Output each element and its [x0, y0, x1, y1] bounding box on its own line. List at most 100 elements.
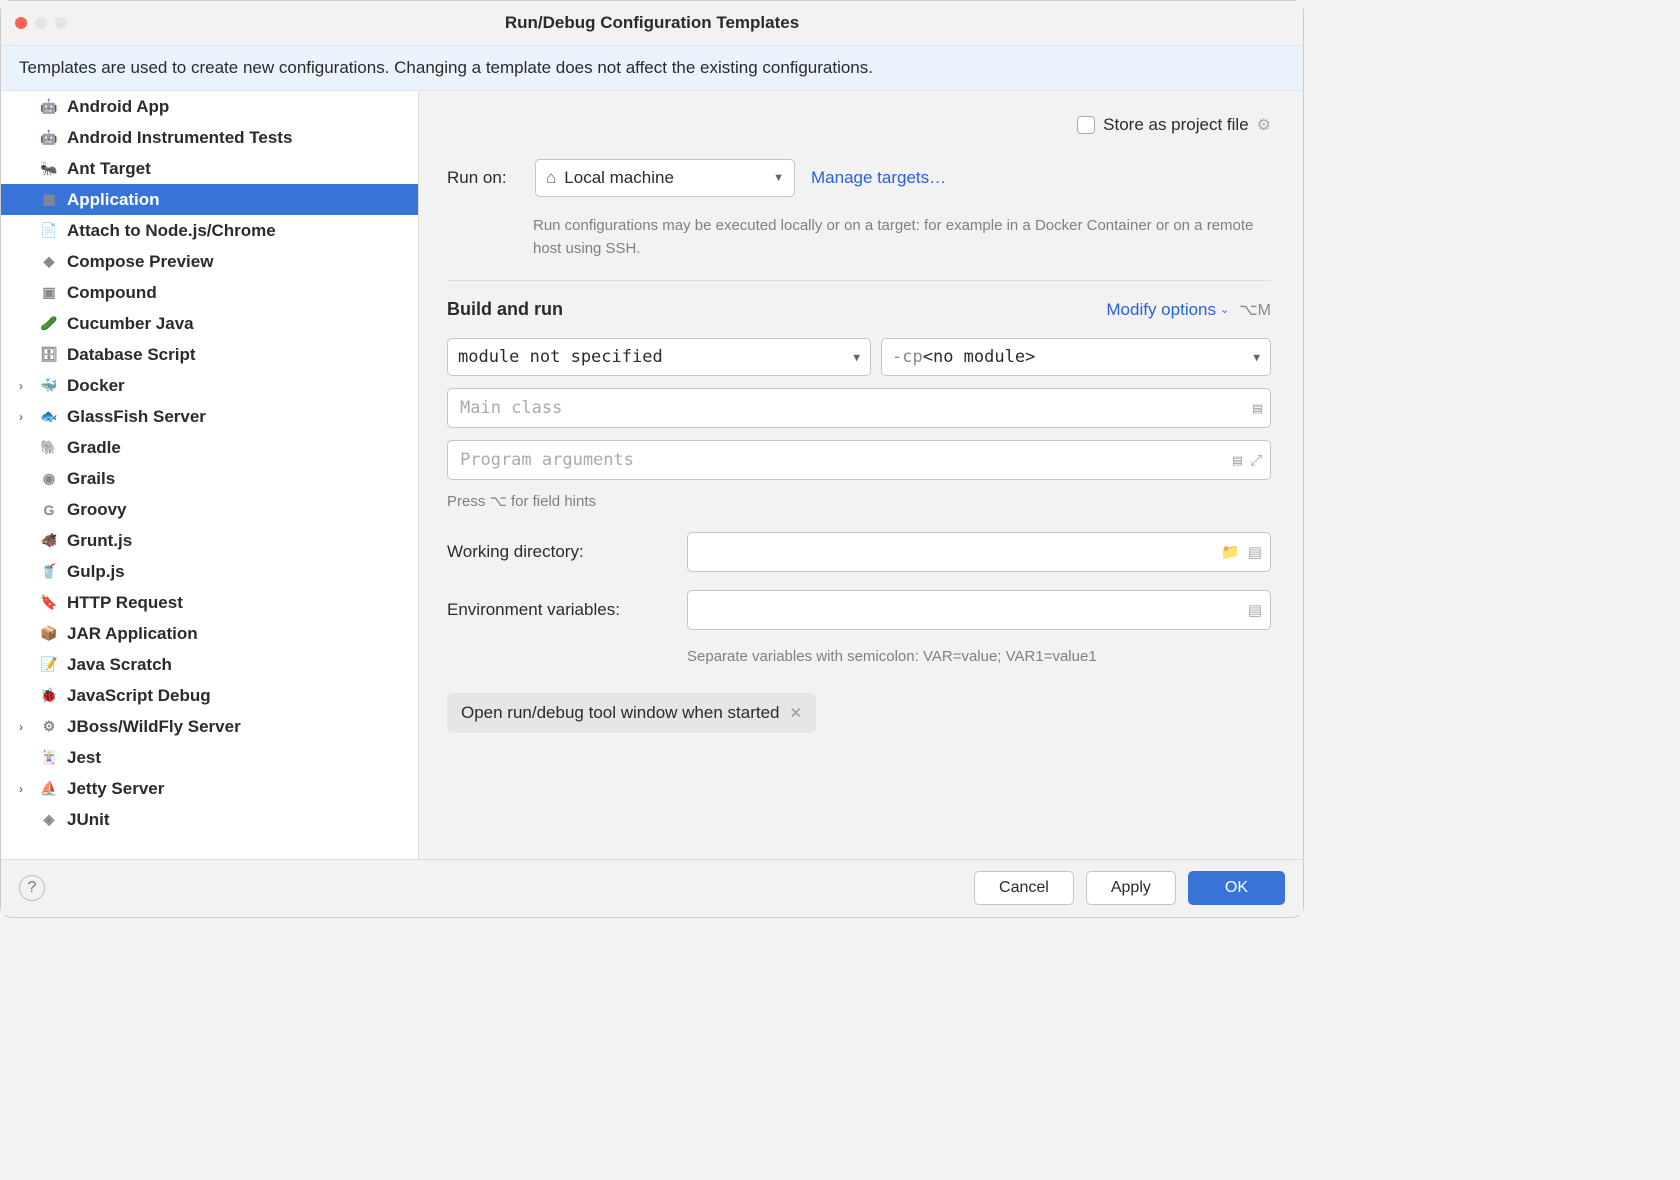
- sidebar-item-label: Application: [67, 190, 160, 210]
- env-vars-label: Environment variables:: [447, 600, 667, 620]
- help-button[interactable]: ?: [19, 875, 45, 901]
- close-window-button[interactable]: [15, 17, 27, 29]
- sidebar-item-label: Grails: [67, 469, 115, 489]
- apply-button[interactable]: Apply: [1086, 871, 1176, 905]
- info-banner: Templates are used to create new configu…: [1, 45, 1303, 91]
- store-project-file-label: Store as project file: [1103, 115, 1249, 135]
- program-args-placeholder: Program arguments: [460, 450, 634, 470]
- zoom-window-button[interactable]: [55, 17, 67, 29]
- window-controls: [15, 17, 67, 29]
- sidebar-item-label: Java Scratch: [67, 655, 172, 675]
- field-hint: Press ⌥ for field hints: [447, 492, 1271, 510]
- sidebar-item-glassfish-server[interactable]: ›🐟GlassFish Server: [1, 401, 418, 432]
- program-args-row: Program arguments ▤ ⤢: [447, 440, 1271, 480]
- sidebar-item-jest[interactable]: 🃏Jest: [1, 742, 418, 773]
- chevron-right-icon[interactable]: ›: [19, 379, 29, 393]
- sidebar-item-label: Gradle: [67, 438, 121, 458]
- sidebar-item-application[interactable]: ▦Application: [1, 184, 418, 215]
- config-type-icon: 📦: [39, 624, 59, 644]
- run-on-dropdown[interactable]: ⌂ Local machine ▼: [535, 159, 795, 197]
- config-type-icon: ◈: [39, 810, 59, 830]
- cp-prefix: -cp: [892, 347, 923, 367]
- working-dir-row: Working directory: 📁 ▤: [447, 532, 1271, 572]
- sidebar-item-android-instrumented-tests[interactable]: 🤖Android Instrumented Tests: [1, 122, 418, 153]
- sidebar-item-jar-application[interactable]: 📦 JAR Application: [1, 618, 418, 649]
- sidebar-item-jetty-server[interactable]: ›⛵Jetty Server: [1, 773, 418, 804]
- sidebar-item-label: Grunt.js: [67, 531, 132, 551]
- expand-icon[interactable]: ⤢: [1250, 451, 1262, 469]
- env-vars-input[interactable]: ▤: [687, 590, 1271, 630]
- sidebar-item-docker[interactable]: ›🐳Docker: [1, 370, 418, 401]
- sidebar-item-compose-preview[interactable]: ◆Compose Preview: [1, 246, 418, 277]
- main-area: 🤖Android App🤖Android Instrumented Tests🐜…: [1, 91, 1303, 859]
- env-vars-row: Environment variables: ▤: [447, 590, 1271, 630]
- store-project-file-checkbox[interactable]: [1077, 116, 1095, 134]
- open-tool-window-pill[interactable]: Open run/debug tool window when started …: [447, 693, 816, 733]
- config-type-icon: 📝: [39, 655, 59, 675]
- main-class-input[interactable]: Main class ▤: [447, 388, 1271, 428]
- modify-options-block: Modify options ⌄ ⌥M: [1106, 300, 1271, 320]
- chevron-right-icon[interactable]: ›: [19, 720, 29, 734]
- chevron-right-icon[interactable]: ›: [19, 782, 29, 796]
- chevron-right-icon[interactable]: ›: [19, 410, 29, 424]
- sidebar-item-javascript-debug[interactable]: 🐞JavaScript Debug: [1, 680, 418, 711]
- section-header: Build and run Modify options ⌄ ⌥M: [447, 299, 1271, 320]
- pill-label: Open run/debug tool window when started: [461, 703, 779, 723]
- run-help-text: Run configurations may be executed local…: [533, 215, 1271, 260]
- sidebar-item-compound[interactable]: ▣Compound: [1, 277, 418, 308]
- config-type-icon: ⚙: [39, 717, 59, 737]
- sidebar-item-label: Android Instrumented Tests: [67, 128, 292, 148]
- sidebar-item-java-scratch[interactable]: 📝 Java Scratch: [1, 649, 418, 680]
- config-type-icon: 🐟: [39, 407, 59, 427]
- sidebar-item-label: Compound: [67, 283, 157, 303]
- sidebar-item-label: Android App: [67, 97, 169, 117]
- sidebar-item-grails[interactable]: ◉Grails: [1, 463, 418, 494]
- gear-icon[interactable]: ⚙: [1257, 115, 1271, 135]
- sidebar-item-label: Jetty Server: [67, 779, 164, 799]
- sidebar-item-ant-target[interactable]: 🐜Ant Target: [1, 153, 418, 184]
- sidebar-item-label: Jest: [67, 748, 101, 768]
- modify-options-link[interactable]: Modify options ⌄: [1106, 300, 1229, 320]
- sidebar-item-gulp-js[interactable]: 🥤 Gulp.js: [1, 556, 418, 587]
- sidebar-item-android-app[interactable]: 🤖Android App: [1, 91, 418, 122]
- module-value: module not specified: [458, 347, 663, 367]
- close-icon[interactable]: ✕: [789, 704, 802, 722]
- sidebar-item-label: JAR Application: [67, 624, 198, 644]
- list-icon[interactable]: ▤: [1233, 451, 1242, 469]
- manage-targets-link[interactable]: Manage targets…: [811, 168, 946, 188]
- sidebar-item-cucumber-java[interactable]: 🥒Cucumber Java: [1, 308, 418, 339]
- sidebar-item-database-script[interactable]: 🗄Database Script: [1, 339, 418, 370]
- store-row: Store as project file ⚙: [447, 115, 1271, 135]
- sidebar-item-groovy[interactable]: GGroovy: [1, 494, 418, 525]
- content-panel: Store as project file ⚙ Run on: ⌂ Local …: [419, 91, 1303, 859]
- titlebar: Run/Debug Configuration Templates: [1, 1, 1303, 45]
- cancel-button[interactable]: Cancel: [974, 871, 1074, 905]
- sidebar-item-attach-to-node-js-chrome[interactable]: 📄Attach to Node.js/Chrome: [1, 215, 418, 246]
- sidebar-item-label: Gulp.js: [67, 562, 125, 582]
- program-arguments-input[interactable]: Program arguments ▤ ⤢: [447, 440, 1271, 480]
- sidebar-item-label: JavaScript Debug: [67, 686, 211, 706]
- sidebar-item-junit[interactable]: ◈JUnit: [1, 804, 418, 835]
- sidebar[interactable]: 🤖Android App🤖Android Instrumented Tests🐜…: [1, 91, 419, 859]
- list-icon[interactable]: ▤: [1253, 399, 1262, 417]
- sidebar-item-gradle[interactable]: 🐘Gradle: [1, 432, 418, 463]
- minimize-window-button[interactable]: [35, 17, 47, 29]
- section-title: Build and run: [447, 299, 563, 320]
- working-dir-input[interactable]: 📁 ▤: [687, 532, 1271, 572]
- sidebar-item-grunt-js[interactable]: 🐗 Grunt.js: [1, 525, 418, 556]
- footer-buttons: Cancel Apply OK: [974, 871, 1285, 905]
- classpath-dropdown[interactable]: -cp <no module> ▼: [881, 338, 1271, 376]
- list-icon[interactable]: ▤: [1248, 601, 1262, 619]
- sidebar-item-http-request[interactable]: 🔖HTTP Request: [1, 587, 418, 618]
- sidebar-item-label: HTTP Request: [67, 593, 183, 613]
- list-icon[interactable]: ▤: [1248, 543, 1262, 561]
- config-type-icon: 🥤: [39, 562, 59, 582]
- folder-icon[interactable]: 📁: [1221, 543, 1240, 561]
- config-type-icon: 🐗: [39, 531, 59, 551]
- run-on-value: Local machine: [564, 168, 674, 188]
- module-dropdown[interactable]: module not specified ▼: [447, 338, 871, 376]
- home-icon: ⌂: [546, 168, 556, 188]
- main-class-placeholder: Main class: [460, 398, 562, 418]
- ok-button[interactable]: OK: [1188, 871, 1285, 905]
- sidebar-item-jboss-wildfly-server[interactable]: ›⚙JBoss/WildFly Server: [1, 711, 418, 742]
